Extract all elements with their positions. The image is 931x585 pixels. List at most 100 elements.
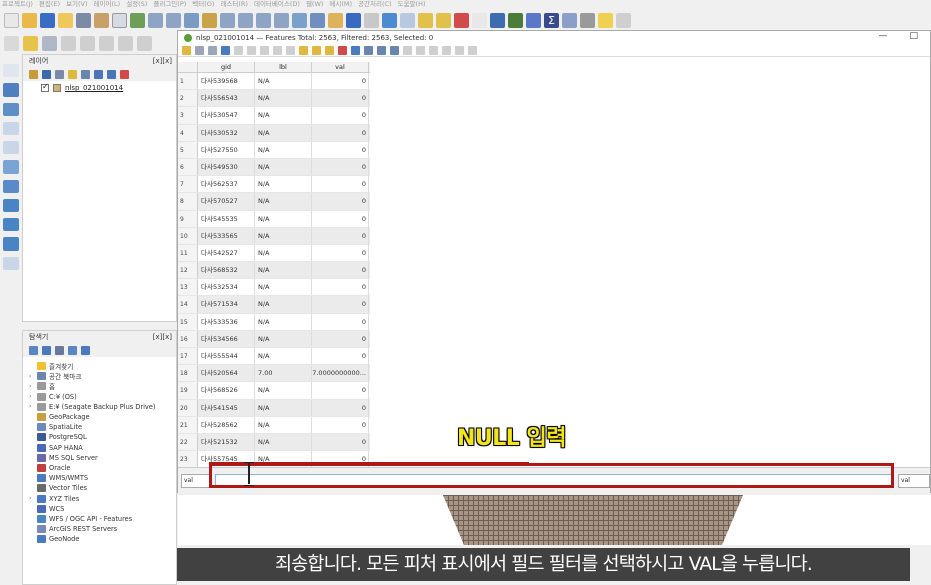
panel-close-controls[interactable]: [x][x] [153,55,172,67]
add-raster-layer-icon[interactable] [3,83,19,97]
cell-lbl[interactable]: N/A [255,279,312,296]
cell-gid[interactable]: 다사555544 [198,348,255,365]
browser-item[interactable]: WCS [29,504,176,514]
sum-icon[interactable]: Σ [544,12,559,28]
table-row[interactable]: 4 다사530532 N/A 0 [178,124,370,142]
menu-item[interactable]: 웹(W) [306,0,323,9]
invert-selection-icon[interactable] [325,45,334,55]
cell-val[interactable]: 0 [312,107,369,124]
select-by-expression-icon[interactable] [299,45,308,55]
cell-gid[interactable]: 다사568532 [198,262,255,279]
table-row[interactable]: 11 다사542527 N/A 0 [178,244,370,263]
cell-gid[interactable]: 다사528562 [198,416,255,433]
column-header-val[interactable]: val [312,62,369,72]
dock-icon[interactable] [468,45,477,55]
table-row[interactable]: 1 다사539568 N/A 0 [178,73,370,91]
add-wfs-icon[interactable] [3,218,19,232]
table-row[interactable]: 15 다사533536 N/A 0 [178,313,370,331]
browser-item[interactable]: MS SQL Server [29,453,176,463]
new-project-icon[interactable] [4,12,19,28]
cell-gid[interactable]: 다사549530 [198,158,255,176]
cell-lbl[interactable]: N/A [255,296,312,313]
expand-arrow-icon[interactable]: › [29,373,34,380]
add-geopackage-icon[interactable] [3,141,19,155]
column-header-gid[interactable]: gid [198,62,255,72]
browser-item[interactable]: WMS/WMTS [29,473,176,483]
field-calculator-icon[interactable] [429,45,438,55]
menu-item[interactable]: 프로젝트(J) [2,0,33,9]
save-project-icon[interactable] [40,12,55,28]
cell-val[interactable]: 0 [312,399,369,416]
remove-layer-icon[interactable] [120,69,129,79]
menu-item[interactable]: 메시(M) [329,0,352,9]
cell-gid[interactable]: 다사556543 [198,90,255,107]
cell-gid[interactable]: 다사571534 [198,296,255,313]
expand-arrow-icon[interactable]: › [29,383,34,390]
select-all-icon[interactable] [312,45,321,55]
properties-icon[interactable] [81,345,90,355]
cell-lbl[interactable]: 7.00 [255,365,312,382]
table-row[interactable]: 20 다사541545 N/A 0 [178,399,370,417]
cell-gid[interactable]: 다사562537 [198,176,255,193]
edit-icon[interactable] [4,35,19,51]
browser-item[interactable]: › 공간 북마크 [29,371,176,381]
cell-gid[interactable]: 다사541545 [198,399,255,416]
table-row[interactable]: 2 다사556543 N/A 0 [178,90,370,108]
browser-item[interactable]: 즐겨찾기 [29,361,176,371]
menu-item[interactable]: 설정(S) [126,0,147,9]
filter-expression-icon[interactable] [81,69,90,79]
zoom-to-selection-icon[interactable] [202,12,217,28]
browser-item[interactable]: SAP HANA [29,443,176,453]
cell-lbl[interactable]: N/A [255,227,312,244]
menu-item[interactable]: 편집(E) [39,0,60,9]
table-row[interactable]: 14 다사571534 N/A 0 [178,296,370,314]
pan-to-selection-icon[interactable] [130,12,145,28]
browser-item[interactable]: Oracle [29,463,176,473]
table-row[interactable]: 7 다사562537 N/A 0 [178,176,370,194]
cell-lbl[interactable]: N/A [255,176,312,193]
cell-gid[interactable]: 다사534566 [198,330,255,347]
cell-gid[interactable]: 다사520564 [198,365,255,382]
measure-icon[interactable] [490,12,505,28]
select-by-value-icon[interactable] [436,12,451,28]
cell-lbl[interactable]: N/A [255,73,312,90]
menu-item[interactable]: 도움말(H) [398,0,426,9]
menu-item[interactable]: 데이터베이스(D) [254,0,300,9]
layout-manager-icon[interactable] [76,12,91,28]
zoom-full-icon[interactable] [184,12,199,28]
cell-val[interactable]: 7.0000000000... [312,365,369,382]
new-print-layout-icon[interactable] [58,12,73,28]
cell-lbl[interactable]: N/A [255,210,312,227]
cell-gid[interactable]: 다사533536 [198,313,255,330]
show-features-dropdown[interactable]: val [181,473,211,488]
refresh-icon[interactable] [42,345,51,355]
cell-gid[interactable]: 다사539568 [198,73,255,90]
browser-item[interactable]: WFS / OGC API - Features [29,514,176,524]
cell-val[interactable]: 0 [312,313,369,330]
table-row[interactable]: 9 다사545535 N/A 0 [178,210,370,228]
new-field-icon[interactable] [403,45,412,55]
cell-lbl[interactable]: N/A [255,262,312,279]
add-mesh-layer-icon[interactable] [3,102,19,116]
cell-gid[interactable]: 다사527550 [198,141,255,158]
cell-gid[interactable]: 다사542527 [198,244,255,262]
menu-item[interactable]: 보기(V) [66,0,87,9]
cell-lbl[interactable]: N/A [255,124,312,141]
browser-item[interactable]: GeoPackage [29,412,176,422]
browser-item[interactable]: › 홈 [29,381,176,391]
add-wms-icon[interactable] [3,198,19,213]
cell-val[interactable]: 0 [312,330,369,347]
layer-style-icon[interactable] [29,69,38,79]
minimize-button[interactable]: — [878,31,887,41]
filter-legend-icon[interactable] [68,69,77,79]
maximize-button[interactable]: □ [909,31,918,41]
cell-val[interactable]: 0 [312,90,369,107]
copy-icon[interactable] [273,45,282,55]
table-row[interactable]: 21 다사528562 N/A 0 [178,416,370,434]
deselect-icon[interactable] [454,12,469,28]
menu-item[interactable]: 플러그인(P) [153,0,186,9]
pan-icon[interactable] [112,12,127,28]
cell-lbl[interactable]: N/A [255,107,312,124]
add-spatialite-icon[interactable] [3,160,19,174]
table-row[interactable]: 13 다사532534 N/A 0 [178,279,370,297]
